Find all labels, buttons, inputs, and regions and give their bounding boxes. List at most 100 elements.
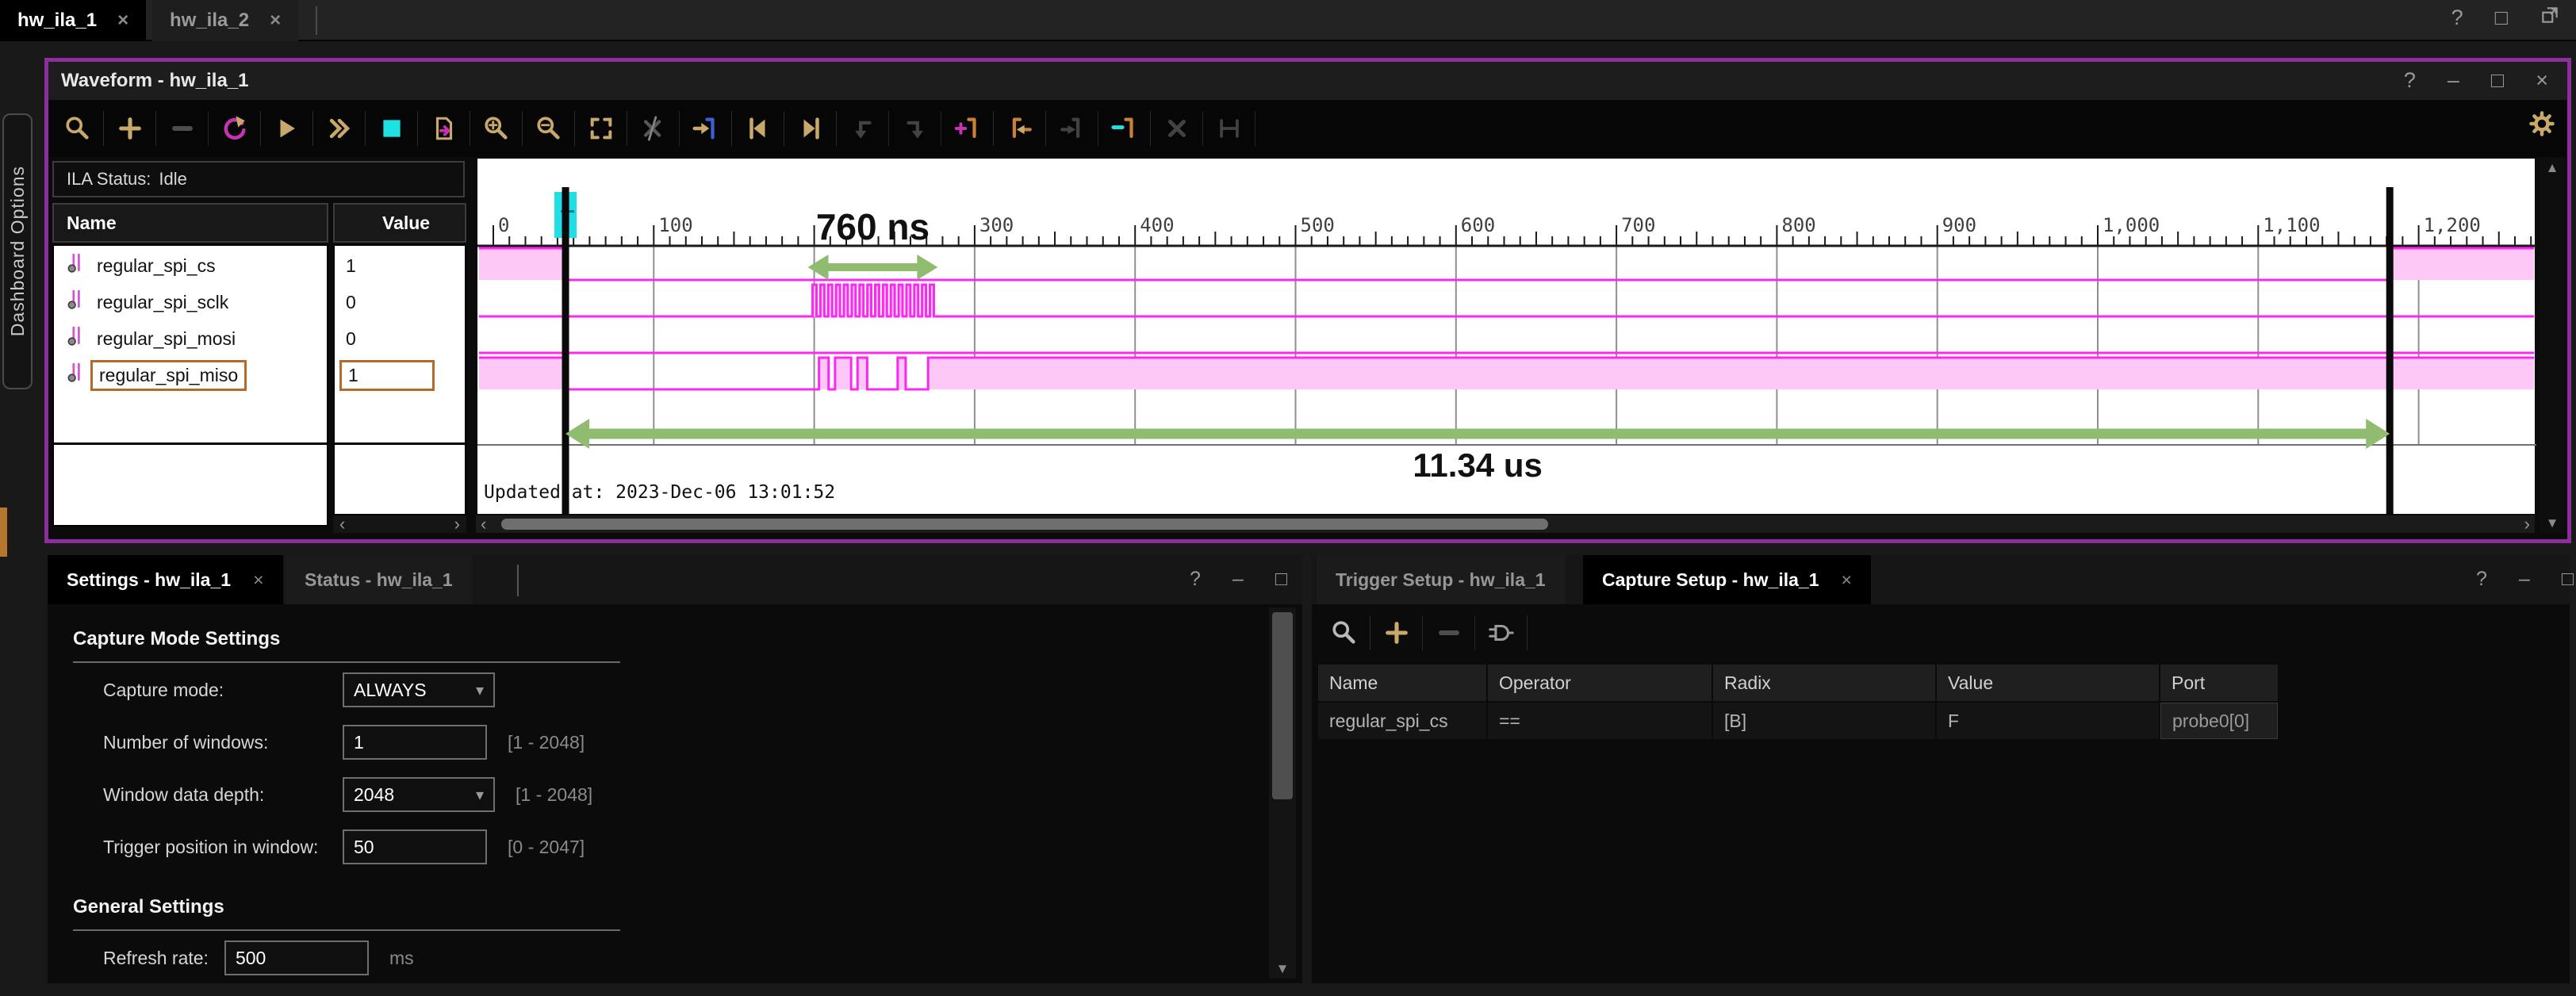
table-cell[interactable]: F	[1937, 703, 2159, 739]
field-hint: [1 - 2048]	[516, 784, 592, 806]
close-icon[interactable]: ×	[2536, 68, 2548, 93]
section-title: Capture Mode Settings	[73, 628, 1302, 650]
window-data-depth-select[interactable]: 2048 ▾	[343, 777, 495, 812]
float-icon[interactable]	[2540, 5, 2560, 31]
maximize-icon[interactable]: □	[1275, 568, 1287, 591]
column-header-value[interactable]: Value	[333, 203, 466, 243]
go-to-start-icon[interactable]	[732, 100, 784, 157]
column-header[interactable]: Name	[1318, 665, 1486, 701]
column-header-name[interactable]: Name	[52, 203, 328, 243]
add-marker-icon[interactable]	[941, 100, 994, 157]
minimize-icon[interactable]: –	[1232, 568, 1244, 591]
previous-marker-icon[interactable]	[994, 100, 1046, 157]
help-icon[interactable]: ?	[1190, 568, 1201, 591]
scrollbar-thumb[interactable]	[501, 519, 1548, 530]
scroll-right-icon[interactable]: ›	[454, 514, 460, 534]
signal-name[interactable]: regular_spi_cs	[90, 253, 222, 279]
column-header[interactable]: Operator	[1488, 665, 1712, 701]
chevron-down-icon: ▾	[476, 680, 484, 700]
close-icon[interactable]: ×	[117, 10, 128, 32]
tab-status[interactable]: Status - hw_ila_1	[286, 555, 472, 604]
number-of-windows-input[interactable]: 1	[343, 725, 487, 760]
scroll-left-icon[interactable]: ‹	[339, 514, 345, 534]
signal-row[interactable]: regular_spi_miso	[54, 357, 327, 393]
signal-name[interactable]: regular_spi_miso	[90, 360, 247, 391]
tab-settings[interactable]: Settings - hw_ila_1 ×	[48, 555, 283, 604]
value-column-scrollbar[interactable]: ‹ ›	[333, 515, 466, 533]
tab-label: hw_ila_1	[17, 10, 97, 32]
zoom-in-icon[interactable]	[470, 100, 523, 157]
close-icon[interactable]: ×	[270, 10, 281, 32]
signal-row[interactable]: regular_spi_mosi	[54, 320, 327, 357]
add-probes-icon[interactable]	[104, 100, 156, 157]
settings-scrollbar[interactable]: ▼	[1269, 607, 1296, 979]
waveform-vertical-scrollbar[interactable]: ▲ ▼	[2540, 159, 2565, 533]
signal-value[interactable]: 0	[339, 289, 435, 316]
minimize-icon[interactable]: –	[2448, 68, 2459, 93]
run-trigger-immediate-icon[interactable]	[313, 100, 366, 157]
signal-value-row[interactable]: 0	[335, 320, 465, 357]
tab-hw-ila-1[interactable]: hw_ila_1 ×	[0, 0, 146, 41]
table-row[interactable]: regular_spi_cs==[B]Fprobe0[0]	[1318, 703, 2278, 739]
column-header[interactable]: Port	[2160, 665, 2278, 701]
run-trigger-icon[interactable]	[261, 100, 313, 157]
minimized-panel-indicator[interactable]	[0, 508, 7, 557]
scrollbar-thumb[interactable]	[1272, 612, 1293, 799]
tab-trigger-setup[interactable]: Trigger Setup - hw_ila_1	[1317, 555, 1565, 604]
waveform-horizontal-scrollbar[interactable]: ‹ ›	[476, 515, 2535, 533]
help-icon[interactable]: ?	[2451, 6, 2463, 30]
add-probe-icon[interactable]	[1370, 604, 1423, 661]
svg-text:600: 600	[1461, 214, 1495, 236]
signal-row[interactable]: regular_spi_cs	[54, 247, 327, 284]
scroll-down-icon[interactable]: ▼	[1269, 961, 1296, 977]
tab-hw-ila-2[interactable]: hw_ila_2 ×	[152, 0, 298, 41]
scroll-left-icon[interactable]: ‹	[481, 514, 486, 534]
signal-name[interactable]: regular_spi_sclk	[90, 289, 235, 316]
maximize-icon[interactable]: □	[2562, 568, 2574, 591]
zoom-fit-icon[interactable]	[575, 100, 627, 157]
stop-trigger-icon[interactable]	[366, 100, 418, 157]
waveform-plot-area[interactable]: Updated at: 2023-Dec-06 13:01:52 0100300…	[476, 159, 2535, 514]
column-header[interactable]: Value	[1937, 665, 2159, 701]
gate-expression-icon[interactable]	[1475, 604, 1528, 661]
help-icon[interactable]: ?	[2476, 568, 2487, 591]
signal-value[interactable]: 1	[339, 253, 435, 279]
trigger-position-in-window-input[interactable]: 50	[343, 829, 487, 864]
minimize-icon[interactable]: –	[2519, 568, 2530, 591]
table-cell[interactable]: ==	[1488, 703, 1712, 739]
scroll-down-icon[interactable]: ▼	[2540, 515, 2565, 531]
help-icon[interactable]: ?	[2404, 68, 2416, 93]
settings-gear-icon[interactable]	[2528, 109, 2556, 142]
capture-mode-select[interactable]: ALWAYS ▾	[343, 672, 495, 707]
signal-value-row[interactable]: 1	[335, 357, 465, 393]
signal-value[interactable]: 0	[339, 326, 435, 352]
signal-value-row[interactable]: 0	[335, 284, 465, 320]
search-icon[interactable]	[52, 100, 104, 157]
close-icon[interactable]: ×	[1842, 569, 1852, 591]
form-row: Refresh rate: 500ms	[103, 933, 1302, 983]
scroll-right-icon[interactable]: ›	[2524, 514, 2530, 534]
zoom-out-icon[interactable]	[523, 100, 575, 157]
scroll-up-icon[interactable]: ▲	[2540, 160, 2565, 176]
signal-name[interactable]: regular_spi_mosi	[90, 326, 242, 352]
column-header[interactable]: Radix	[1713, 665, 1935, 701]
dashboard-options-tab[interactable]: Dashboard Options	[2, 113, 33, 389]
table-cell[interactable]: [B]	[1713, 703, 1935, 739]
search-icon[interactable]	[1318, 604, 1370, 661]
auto-re-trigger-icon[interactable]	[209, 100, 261, 157]
refresh-rate-input[interactable]: 500	[224, 940, 369, 975]
maximize-icon[interactable]: □	[2495, 6, 2508, 30]
waveform-svg[interactable]: 01003004005006007008009001,0001,1001,200…	[477, 159, 2536, 514]
go-to-end-icon[interactable]	[784, 100, 837, 157]
close-icon[interactable]: ×	[253, 569, 263, 591]
go-to-trigger-icon[interactable]	[680, 100, 732, 157]
tab-capture-setup[interactable]: Capture Setup - hw_ila_1 ×	[1583, 555, 1871, 604]
remove-marker-icon[interactable]	[1098, 100, 1151, 157]
maximize-icon[interactable]: □	[2491, 68, 2504, 93]
signal-row[interactable]: regular_spi_sclk	[54, 284, 327, 320]
signal-value[interactable]: 1	[339, 360, 435, 391]
signal-value-row[interactable]: 1	[335, 247, 465, 284]
export-data-icon[interactable]	[418, 100, 470, 157]
probe-icon	[65, 253, 86, 278]
svg-text:0: 0	[498, 214, 509, 236]
